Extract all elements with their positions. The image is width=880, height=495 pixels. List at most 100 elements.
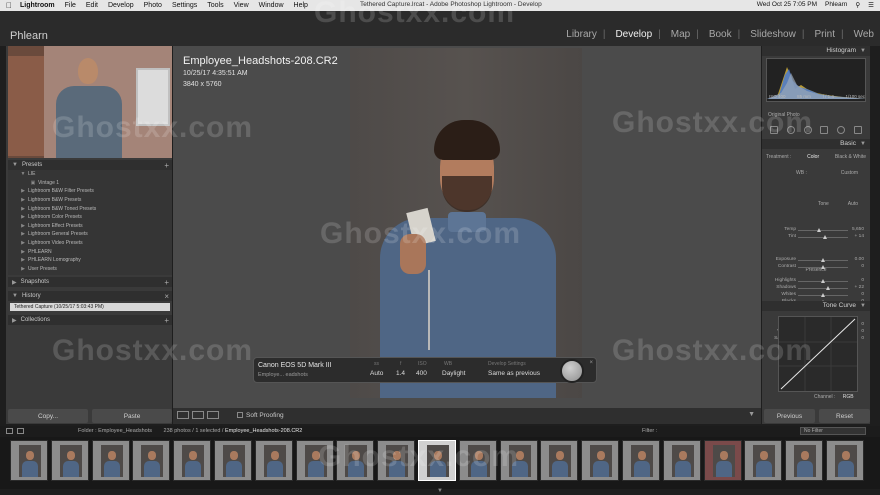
shutter-button[interactable]	[560, 359, 584, 383]
tone-auto-button[interactable]: Auto	[848, 201, 858, 207]
collections-header[interactable]: ▶ Collections +	[8, 315, 172, 325]
filmstrip-thumbnail[interactable]	[785, 440, 824, 481]
clock[interactable]: Wed Oct 25 7:05 PM	[757, 1, 817, 9]
slider-contrast[interactable]: Contrast 0	[766, 264, 866, 271]
filmstrip-thumbnail[interactable]	[214, 440, 252, 481]
menu-file[interactable]: File	[65, 2, 76, 9]
preset-row[interactable]: ▶ Lightroom General Presets	[8, 230, 172, 239]
slider-value[interactable]: + 14	[855, 234, 864, 239]
menu-edit[interactable]: Edit	[86, 2, 98, 9]
list-icon[interactable]: ☰	[868, 1, 874, 9]
filmstrip-thumbnail[interactable]	[91, 440, 130, 481]
tone-curve-header[interactable]: Tone Curve ▼	[762, 301, 870, 311]
preset-row[interactable]: ▶ User Presets	[8, 265, 172, 274]
menu-develop[interactable]: Develop	[108, 2, 134, 9]
slider-knob[interactable]	[816, 228, 821, 232]
module-web[interactable]: Web	[854, 29, 874, 40]
module-print[interactable]: Print	[814, 29, 835, 40]
copy-button[interactable]: Copy...	[8, 409, 88, 423]
preset-row[interactable]: ▶ PHLEARN Lomography	[8, 256, 172, 265]
grid-icon[interactable]	[17, 428, 24, 434]
slider-value[interactable]: 0	[861, 322, 864, 327]
close-icon[interactable]: ×	[589, 360, 593, 366]
filter-select[interactable]: No Filter	[800, 427, 866, 435]
history-header[interactable]: ▼ History ×	[8, 291, 172, 301]
slider-knob[interactable]	[823, 235, 827, 239]
slider-whites[interactable]: Whites 0	[766, 292, 866, 299]
filmstrip-breadcrumb[interactable]: Folder : Employee_Headshots 238 photos /…	[78, 428, 302, 434]
preset-row[interactable]: ▶ PHLEARN	[8, 247, 172, 256]
paste-button[interactable]: Paste	[92, 409, 172, 423]
histogram-header[interactable]: Histogram ▼	[762, 46, 870, 56]
adjustment-brush-icon[interactable]	[853, 126, 862, 134]
slider-value[interactable]: 5,650	[852, 227, 864, 232]
preset-row[interactable]: ▣ Vintage 1	[8, 179, 172, 188]
add-snapshot-icon[interactable]: +	[164, 278, 169, 287]
slider-knob[interactable]	[820, 279, 825, 283]
slider-value[interactable]: 0	[861, 292, 864, 297]
module-develop[interactable]: Develop	[615, 29, 652, 40]
menu-tools[interactable]: Tools	[207, 2, 223, 9]
snapshots-header[interactable]: ▶ Snapshots +	[8, 277, 172, 287]
slider-knob[interactable]	[820, 258, 825, 262]
preset-row[interactable]: ▶ Lightroom B&W Presets	[8, 196, 172, 205]
filmstrip-thumbnail[interactable]	[132, 440, 171, 481]
wb-row-value[interactable]: Custom	[841, 170, 858, 176]
slider-knob[interactable]	[826, 286, 830, 290]
slider-exposure[interactable]: Exposure 0.00	[766, 257, 866, 264]
previous-button[interactable]: Previous	[764, 409, 815, 423]
treatment-color[interactable]: Color	[807, 154, 819, 160]
filmstrip-thumbnail[interactable]	[744, 440, 783, 481]
slider-track[interactable]	[798, 230, 848, 231]
filmstrip-thumbnail[interactable]	[173, 440, 212, 481]
radial-filter-icon[interactable]	[836, 126, 845, 134]
menu-window[interactable]: Window	[259, 2, 284, 9]
module-book[interactable]: Book	[709, 29, 732, 40]
menubar-user[interactable]: Phlearn	[825, 1, 847, 9]
preset-row[interactable]: ▶ Lightroom Color Presets	[8, 213, 172, 222]
menu-photo[interactable]: Photo	[144, 2, 162, 9]
preset-row[interactable]: ▶ Lightroom B&W Toned Presets	[8, 204, 172, 213]
filmstrip-thumbnail[interactable]	[703, 440, 742, 481]
preset-row[interactable]: ▶ Lightroom B&W Filter Presets	[8, 187, 172, 196]
slider-highlights[interactable]: Highlights 0	[766, 278, 866, 285]
preset-row[interactable]: ▼ LIE	[8, 170, 172, 179]
compare-view-icon[interactable]	[192, 411, 204, 419]
channel-select[interactable]: RGB	[843, 394, 854, 400]
toolbar-menu-icon[interactable]: ▼	[748, 411, 755, 418]
slider-tint[interactable]: Tint + 14	[766, 234, 866, 241]
presets-header[interactable]: ▼ Presets +	[8, 160, 172, 170]
graduated-filter-icon[interactable]	[820, 126, 829, 134]
menu-settings[interactable]: Settings	[172, 2, 197, 9]
add-collection-icon[interactable]: +	[164, 316, 169, 325]
module-library[interactable]: Library	[566, 29, 597, 40]
treatment-bw[interactable]: Black & White	[835, 154, 866, 160]
module-slideshow[interactable]: Slideshow	[750, 29, 796, 40]
filmstrip-thumbnail[interactable]	[622, 440, 660, 481]
collapse-filmstrip-icon[interactable]: ▼	[437, 488, 443, 494]
slider-knob[interactable]	[820, 265, 825, 269]
search-icon[interactable]: ⚲	[855, 1, 860, 9]
camera-select[interactable]: Canon EOS 5D Mark III	[258, 362, 332, 369]
folder-label[interactable]: Folder : Employee_Headshots	[78, 428, 152, 434]
history-item[interactable]: Tethered Capture (10/25/17 5:03:43 PM)	[10, 303, 170, 311]
slider-value[interactable]: 0	[861, 329, 864, 334]
checkbox-icon[interactable]	[237, 412, 243, 418]
menu-view[interactable]: View	[234, 2, 249, 9]
preset-row[interactable]: ▶ Lightroom Video Presets	[8, 239, 172, 248]
basic-header[interactable]: Basic ▼	[762, 139, 870, 149]
slider-track[interactable]	[798, 288, 848, 289]
filmstrip-thumbnail[interactable]	[662, 440, 701, 481]
reset-button[interactable]: Reset	[819, 409, 870, 423]
slider-value[interactable]: 0	[861, 278, 864, 283]
filmstrip-thumbnail[interactable]	[826, 440, 864, 481]
slider-value[interactable]: + 22	[855, 285, 864, 290]
loupe-view-icon[interactable]	[177, 411, 189, 419]
filmstrip-thumbnail[interactable]	[581, 440, 620, 481]
before-after-icon[interactable]	[207, 411, 219, 419]
develop-settings-select[interactable]: Same as previous	[488, 370, 540, 377]
session-name[interactable]: Employe... eadshots	[258, 372, 308, 378]
module-map[interactable]: Map	[671, 29, 690, 40]
filmstrip-thumbnail[interactable]	[540, 440, 579, 481]
menu-help[interactable]: Help	[294, 2, 308, 9]
